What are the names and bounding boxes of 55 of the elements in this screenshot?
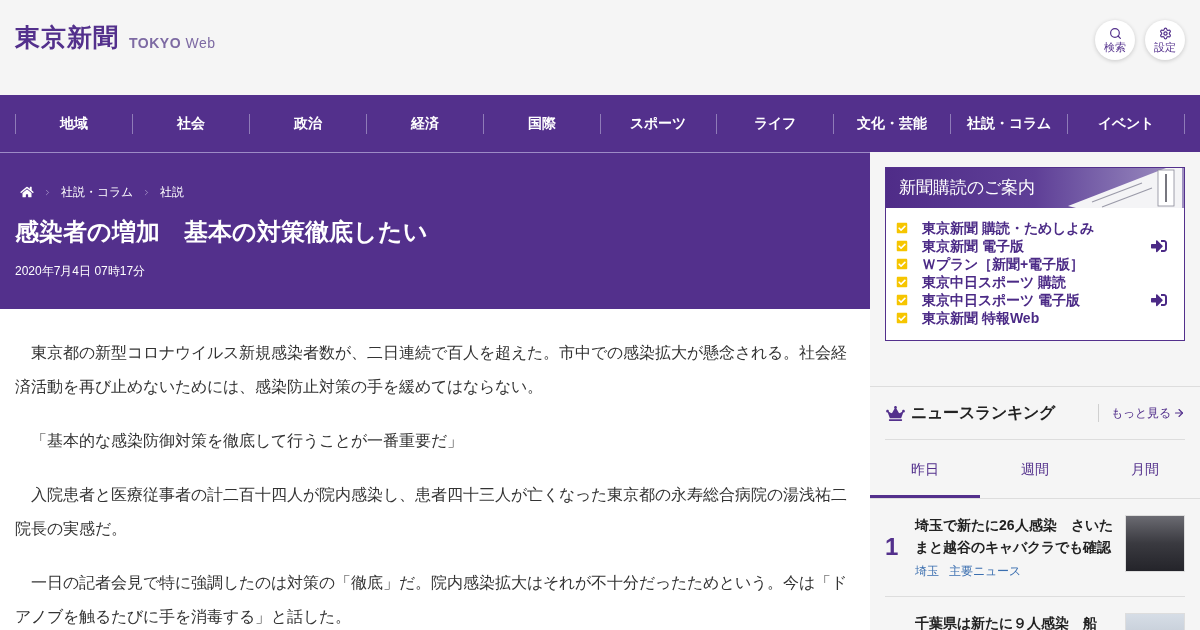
article-title: 感染者の増加 基本の対策徹底したい — [15, 217, 429, 247]
subscription-link[interactable]: 東京新聞 購読・ためしよみ — [896, 219, 1168, 237]
ranking-title: ニュースランキング — [911, 403, 1057, 423]
article-paragraph: 入院患者と医療従事者の計二百十四人が院内感染し、患者四十三人が亡くなった東京都の永寿総合病院の湯浅祐二院長の実感だ。 — [15, 485, 848, 539]
nav-link[interactable]: 経済 — [366, 95, 483, 152]
arrow-right-icon — [1173, 407, 1185, 419]
nav-link[interactable]: イベント — [1068, 95, 1185, 152]
nav-link[interactable]: ライフ — [717, 95, 834, 152]
search-icon — [1108, 26, 1122, 40]
nav-link[interactable]: 文化・芸能 — [834, 95, 951, 152]
ranking-tab[interactable]: 昨日 — [870, 440, 980, 498]
subscription-link[interactable]: Ｗプラン［新聞+電子版］ — [896, 255, 1168, 273]
home-icon[interactable] — [20, 186, 34, 198]
subscription-link[interactable]: 東京新聞 特報Web — [896, 309, 1168, 327]
photo-placeholder[interactable] — [1125, 515, 1185, 572]
crown-icon — [886, 405, 905, 421]
ranking-tab[interactable]: 月間 — [1090, 440, 1200, 498]
breadcrumb-link[interactable]: 社説 — [160, 184, 184, 200]
search-button[interactable]: 検索 — [1095, 20, 1135, 60]
tag-link[interactable]: 主要ニュース — [949, 562, 1021, 580]
article-date: 2020年7月4日 07時17分 — [15, 263, 147, 279]
more-link[interactable]: もっと見る — [1111, 404, 1185, 422]
article-paragraph: 「基本的な感染防御対策を徹底して行うことが一番重要だ」 — [30, 431, 464, 451]
nav-link[interactable]: 国際 — [483, 95, 600, 152]
subscription-title: 新聞購読のご案内 — [899, 177, 1035, 200]
check-icon — [896, 312, 908, 324]
sign-in-icon[interactable] — [1150, 292, 1168, 308]
site-name: TOKYO Web — [129, 34, 216, 52]
chevron-icon — [43, 187, 52, 197]
subscription-link[interactable]: 東京中日スポーツ 購読 — [896, 273, 1168, 291]
settings-button[interactable]: 設定 — [1145, 20, 1185, 60]
subscription-link[interactable]: 東京新聞 電子版 — [896, 237, 1168, 255]
nav-link[interactable]: 社説・コラム — [951, 95, 1068, 152]
check-icon — [896, 222, 908, 234]
nav-link[interactable]: 社会 — [132, 95, 249, 152]
tag-link[interactable]: 埼玉 — [915, 562, 939, 580]
sign-in-icon[interactable] — [1150, 238, 1168, 254]
check-icon — [896, 240, 908, 252]
logo[interactable]: 東京新聞 — [15, 24, 119, 52]
rank-number: 1 — [885, 533, 899, 561]
check-icon — [896, 258, 908, 270]
nav-link[interactable]: 地域 — [16, 95, 132, 152]
check-icon — [896, 294, 908, 306]
ranking-headline[interactable]: 埼玉で新たに26人感染 さいたまと越谷のキャバクラでも確認 — [915, 514, 1115, 558]
article-paragraph: 東京都の新型コロナウイルス新規感染者数が、二日連続で百人を超えた。市中での感染拡大が懸念される。社会経済活動を再び止めないためには、感染防止対策の手を緩めてはならない。 — [15, 343, 848, 397]
nav-link[interactable]: 政治 — [249, 95, 366, 152]
article-paragraph: 一日の記者会見で特に強調したのは対策の「徹底」だ。院内感染拡大はそれが不十分だったためという。今は「ドアノブを触るたびに手を消毒する」と話した。 — [15, 573, 848, 627]
nav-link[interactable]: スポーツ — [600, 95, 717, 152]
settings-icon — [1158, 26, 1172, 40]
ranking-headline[interactable]: 千葉県は新たに９人感染 船 — [915, 612, 1115, 630]
check-icon — [896, 276, 908, 288]
breadcrumb-link[interactable]: 社説・コラム — [61, 184, 133, 200]
ranking-tab[interactable]: 週間 — [980, 440, 1090, 498]
subscription-link[interactable]: 東京中日スポーツ 電子版 — [896, 291, 1168, 309]
chevron-icon — [142, 187, 151, 197]
